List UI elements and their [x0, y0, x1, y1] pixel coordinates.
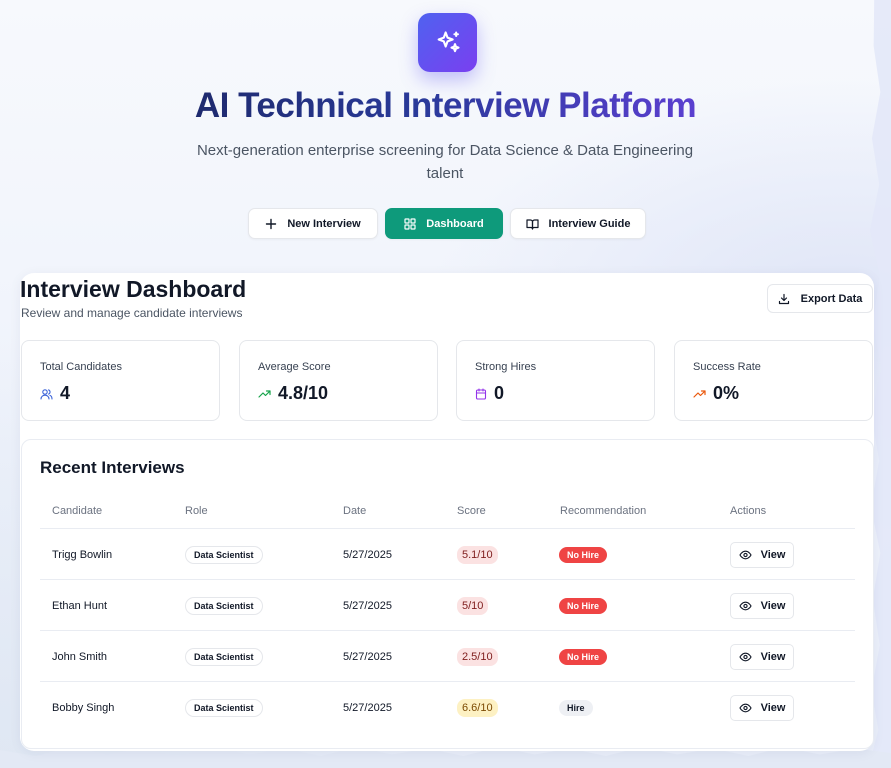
- column-header-score: Score: [457, 505, 486, 517]
- score-badge: 5/10: [457, 596, 489, 615]
- column-header-date: Date: [343, 505, 367, 517]
- dashboard-label: Dashboard: [426, 217, 484, 230]
- candidate-name: John Smith: [52, 650, 108, 663]
- interview-date: 5/27/2025: [343, 701, 392, 714]
- nav-button-row: New Interview Dashboard Interview Guide: [0, 208, 891, 239]
- recommendation-badge: No Hire: [559, 546, 608, 563]
- new-interview-button[interactable]: New Interview: [248, 208, 378, 239]
- stat-value: 4: [60, 383, 71, 403]
- stat-value: 4.8/10: [278, 383, 329, 403]
- page-title: AI Technical Interview Platform: [194, 86, 697, 125]
- interview-date: 5/27/2025: [343, 599, 392, 612]
- book-open-icon: [525, 218, 539, 230]
- stat-card-success-rate: Success Rate 0%: [674, 340, 873, 421]
- interview-guide-button[interactable]: Interview Guide: [510, 208, 646, 239]
- export-data-button[interactable]: Export Data: [767, 284, 873, 313]
- stat-label: Success Rate: [693, 361, 761, 373]
- role-badge: Data Scientist: [185, 647, 263, 666]
- stat-label: Strong Hires: [475, 361, 537, 373]
- recommendation-badge: No Hire: [559, 648, 608, 665]
- stat-label: Total Candidates: [40, 361, 122, 373]
- score-badge: 2.5/10: [457, 647, 498, 666]
- score-badge: 6.6/10: [457, 698, 498, 717]
- users-icon: [40, 388, 53, 400]
- dashboard-title: Interview Dashboard: [20, 276, 247, 302]
- view-label: View: [760, 599, 786, 612]
- column-header-recommendation: Recommendation: [560, 505, 647, 517]
- table-row: John Smith Data Scientist 5/27/2025 2.5/…: [40, 630, 855, 681]
- interview-guide-label: Interview Guide: [548, 217, 631, 230]
- dashboard-button[interactable]: Dashboard: [385, 208, 503, 239]
- interview-date: 5/27/2025: [343, 548, 392, 561]
- column-header-role: Role: [185, 505, 208, 517]
- candidate-name: Ethan Hunt: [52, 599, 108, 612]
- table-row: Ethan Hunt Data Scientist 5/27/2025 5/10…: [40, 579, 855, 630]
- table-row: Bobby Singh Data Scientist 5/27/2025 6.6…: [40, 681, 855, 732]
- app-logo: [418, 13, 477, 72]
- candidate-name: Bobby Singh: [52, 701, 115, 714]
- stat-card-average-score: Average Score 4.8/10: [239, 340, 438, 421]
- candidate-name: Trigg Bowlin: [52, 548, 113, 561]
- export-data-label: Export Data: [800, 292, 863, 305]
- recommendation-badge: Hire: [559, 699, 593, 716]
- stat-card-total-candidates: Total Candidates 4: [21, 340, 220, 421]
- sparkles-icon: [437, 30, 460, 52]
- view-button[interactable]: View: [730, 694, 794, 721]
- view-label: View: [760, 548, 786, 561]
- score-badge: 5.1/10: [457, 545, 498, 564]
- trending-up-icon: [258, 389, 271, 398]
- stat-card-strong-hires: Strong Hires 0: [456, 340, 655, 421]
- stat-label: Average Score: [258, 361, 331, 373]
- eye-icon: [738, 703, 752, 712]
- stat-value: 0: [494, 383, 505, 403]
- plus-icon: [266, 218, 277, 229]
- trending-up-icon: [693, 389, 706, 398]
- view-label: View: [760, 650, 786, 663]
- eye-icon: [738, 550, 752, 559]
- page-subtitle: Next-generation enterprise screening for…: [196, 142, 694, 182]
- role-badge: Data Scientist: [185, 698, 263, 717]
- column-header-actions: Actions: [730, 505, 767, 517]
- recommendation-badge: No Hire: [559, 597, 608, 614]
- layout-grid-icon: [404, 217, 416, 230]
- new-interview-label: New Interview: [287, 217, 361, 230]
- view-button[interactable]: View: [730, 592, 794, 619]
- stat-value: 0%: [713, 383, 740, 403]
- view-button[interactable]: View: [730, 643, 794, 670]
- eye-icon: [738, 652, 752, 661]
- view-button[interactable]: View: [730, 541, 794, 568]
- calendar-icon: [475, 387, 487, 400]
- role-badge: Data Scientist: [185, 596, 263, 615]
- view-label: View: [760, 701, 786, 714]
- eye-icon: [738, 601, 752, 610]
- table-row: Trigg Bowlin Data Scientist 5/27/2025 5.…: [40, 528, 855, 579]
- column-header-candidate: Candidate: [52, 505, 103, 517]
- download-icon: [778, 293, 789, 304]
- recent-interviews-title: Recent Interviews: [40, 458, 185, 477]
- interview-date: 5/27/2025: [343, 650, 392, 663]
- role-badge: Data Scientist: [185, 545, 263, 564]
- dashboard-subtitle: Review and manage candidate interviews: [21, 306, 243, 320]
